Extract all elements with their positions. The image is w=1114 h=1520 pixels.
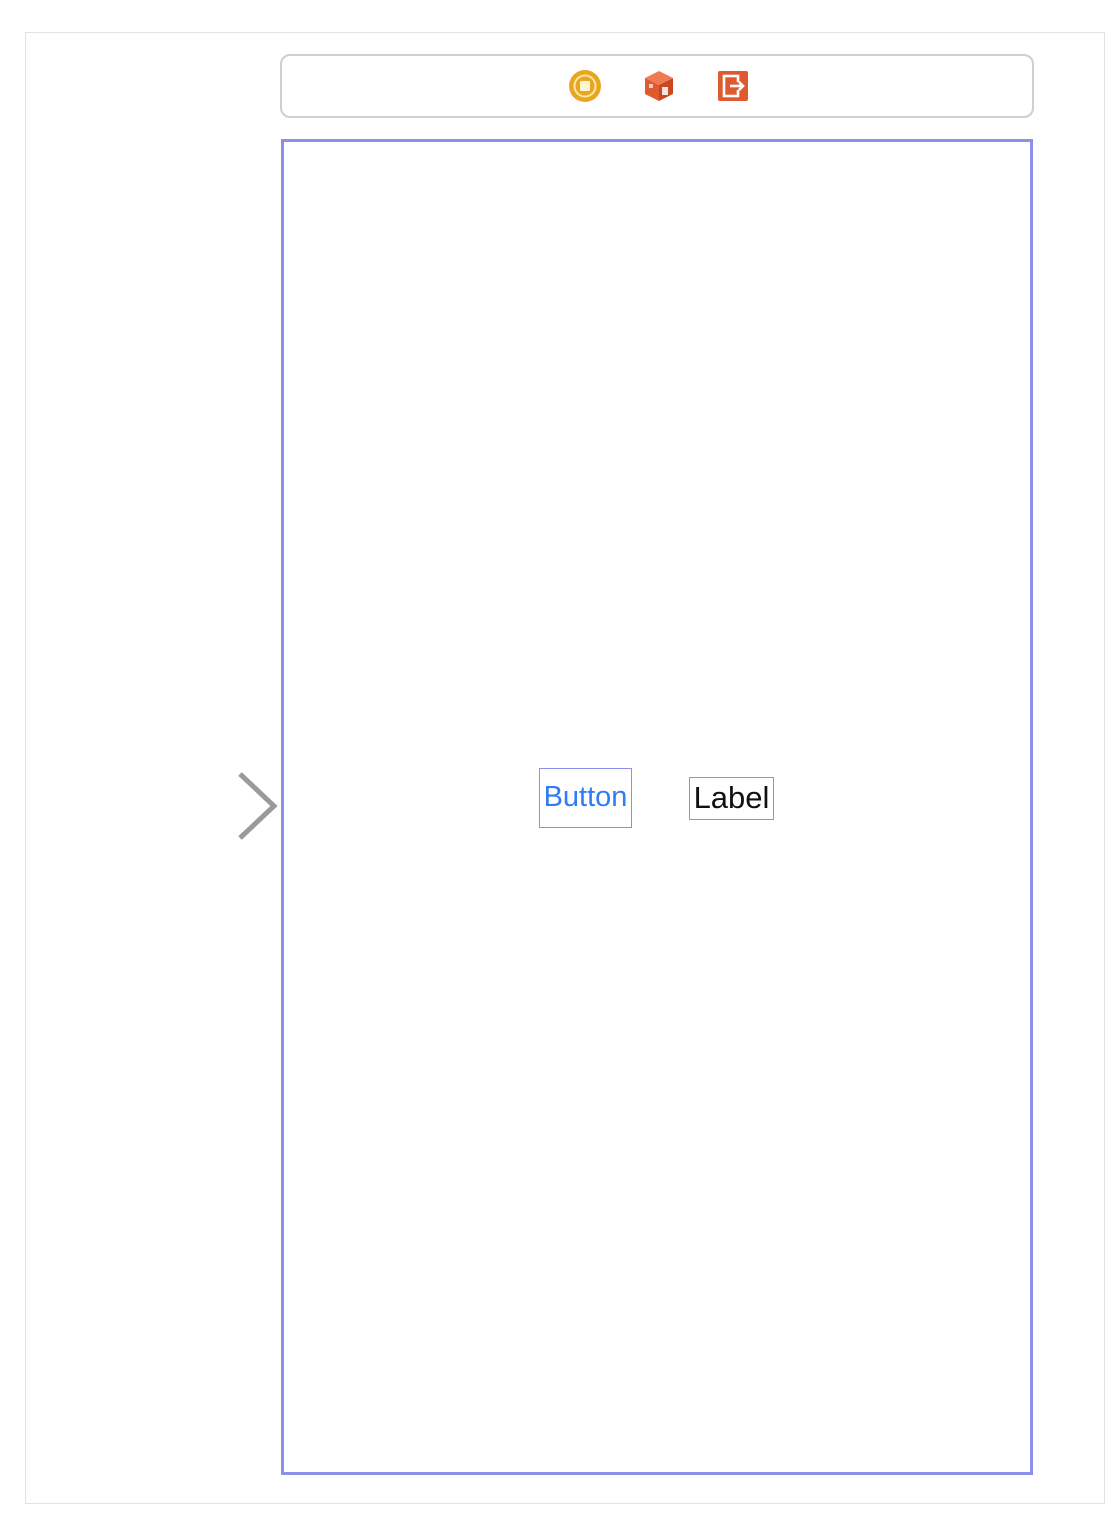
view-controller-scene[interactable]	[281, 139, 1033, 1475]
label-element[interactable]: Label	[689, 777, 774, 820]
button-element[interactable]: Button	[539, 768, 632, 828]
exit-icon[interactable]	[715, 68, 751, 104]
first-responder-icon[interactable]	[641, 68, 677, 104]
view-controller-icon[interactable]	[567, 68, 603, 104]
storyboard-entry-arrow-icon[interactable]	[80, 768, 282, 844]
